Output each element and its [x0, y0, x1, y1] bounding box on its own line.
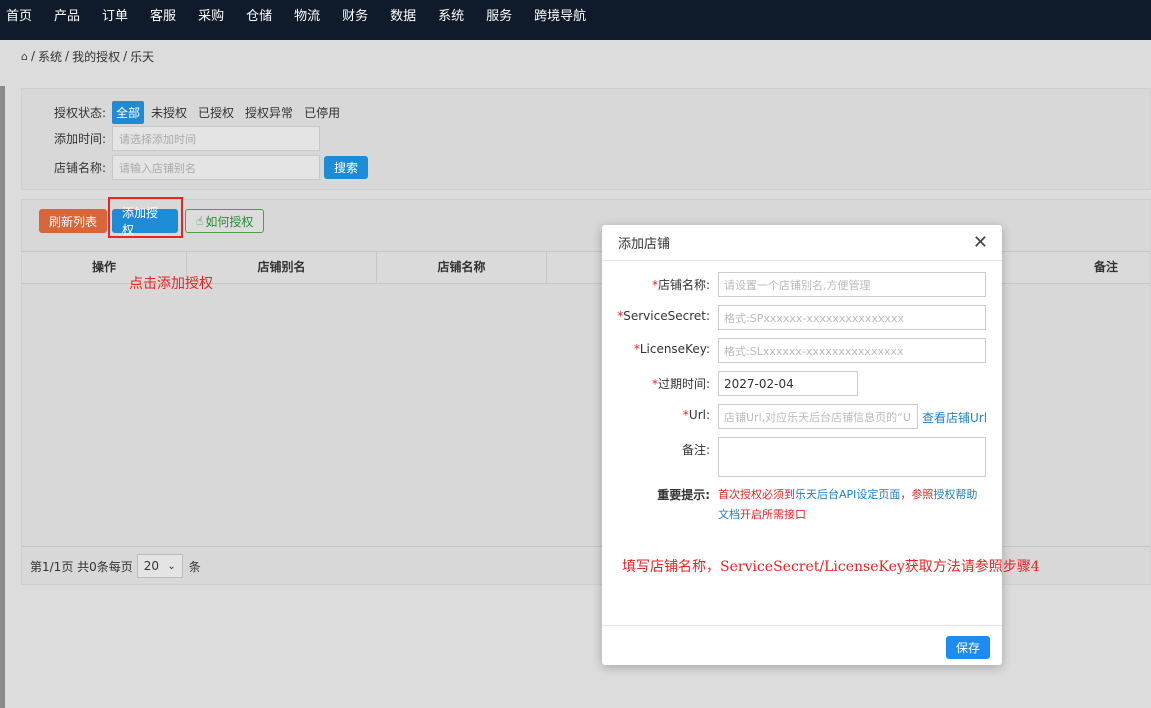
refresh-list-button[interactable]: 刷新列表	[39, 209, 108, 233]
remark-label: 备注:	[681, 443, 710, 457]
col-shop-alias: 店铺别名	[187, 252, 377, 283]
time-filter-row: 添加时间: 请选择添加时间	[54, 126, 320, 151]
tip-text: 首次授权必须到乐天后台API设定页面，参照授权帮助文档开启所需接口	[718, 488, 978, 521]
breadcrumb-sep: /	[65, 49, 70, 63]
nav-home[interactable]: 首页	[6, 0, 32, 40]
nav-logistics[interactable]: 物流	[294, 0, 320, 40]
service-secret-label: *ServiceSecret:	[617, 309, 710, 323]
url-input[interactable]: 店铺Url,对应乐天后台店铺信息页的“U	[718, 404, 918, 429]
service-secret-input[interactable]: 格式:SPxxxxxx-xxxxxxxxxxxxxxx	[718, 305, 986, 330]
expire-date-input[interactable]: 2027-02-04	[718, 371, 858, 396]
shop-filter-row: 店铺名称: 请输入店铺别名 搜索	[54, 155, 369, 180]
breadcrumb-sep: /	[123, 49, 128, 63]
url-label: *Url:	[682, 408, 710, 422]
status-all[interactable]: 全部	[112, 101, 145, 124]
nav-crossborder[interactable]: 跨境导航	[534, 0, 586, 40]
breadcrumb: ⌂ / 系统 / 我的授权 / 乐天	[21, 46, 154, 66]
page-size-select[interactable]: 20 ⌄	[136, 554, 183, 578]
status-filter-row: 授权状态: 全部 未授权 已授权 授权异常 已停用	[54, 101, 347, 124]
license-key-label: *LicenseKey:	[633, 342, 710, 356]
how-to-auth-button[interactable]: ☝ 如何授权	[185, 209, 265, 233]
shop-name-label: *店铺名称:	[651, 278, 710, 292]
breadcrumb-rakuten: 乐天	[130, 49, 155, 64]
shop-name-input[interactable]: 请设置一个店铺别名,方便管理	[718, 272, 986, 297]
top-nav: 首页 产品 订单 客服 采购 仓储 物流 财务 数据 系统 服务 跨境导航	[0, 0, 1151, 40]
service-secret-row: *ServiceSecret: 格式:SPxxxxxx-xxxxxxxxxxxx…	[602, 305, 986, 330]
modal-title: 添加店铺	[618, 237, 671, 252]
breadcrumb-sep: /	[30, 49, 36, 63]
remark-row: 备注:	[602, 437, 986, 477]
status-authorized[interactable]: 已授权	[194, 101, 238, 124]
page-info: 第1/1页 共0条每页	[30, 559, 133, 574]
nav-finance[interactable]: 财务	[342, 0, 368, 40]
close-icon[interactable]: ✕	[973, 232, 988, 253]
view-shop-url-link[interactable]: 查看店铺Url	[922, 404, 987, 426]
nav-order[interactable]: 订单	[102, 0, 128, 40]
status-disabled[interactable]: 已停用	[300, 101, 344, 124]
nav-data[interactable]: 数据	[390, 0, 416, 40]
nav-services[interactable]: 服务	[486, 0, 512, 40]
url-row: *Url: 店铺Url,对应乐天后台店铺信息页的“U 查看店铺Url	[602, 404, 987, 429]
add-shop-modal: 添加店铺 ✕ *店铺名称: 请设置一个店铺别名,方便管理 *ServiceSec…	[602, 225, 1040, 665]
tip-row: 重要提示: 首次授权必须到乐天后台API设定页面，参照授权帮助文档开启所需接口	[602, 485, 986, 525]
status-abnormal[interactable]: 授权异常	[241, 101, 297, 124]
status-unauthorized[interactable]: 未授权	[147, 101, 191, 124]
breadcrumb-system[interactable]: 系统	[38, 48, 62, 65]
nav-service[interactable]: 客服	[150, 0, 176, 40]
left-scroll-edge	[0, 86, 5, 708]
time-label: 添加时间:	[54, 132, 107, 146]
expire-row: *过期时间: 2027-02-04	[602, 371, 858, 396]
highlight-box	[108, 197, 183, 238]
annotation-fill-hint: 填写店铺名称，ServiceSecret/LicenseKey获取方法请参照步骤…	[622, 559, 1040, 575]
api-settings-link[interactable]: 乐天后台API设定页面	[795, 488, 900, 501]
nav-warehouse[interactable]: 仓储	[246, 0, 272, 40]
modal-footer: 保存	[602, 625, 1002, 665]
col-remark: 备注	[1093, 260, 1118, 274]
annotation-click-add: 点击添加授权	[129, 276, 213, 292]
shop-name-row: *店铺名称: 请设置一个店铺别名,方便管理	[602, 272, 986, 297]
license-key-row: *LicenseKey: 格式:SLxxxxxx-xxxxxxxxxxxxxxx	[602, 338, 986, 363]
nav-system[interactable]: 系统	[438, 0, 464, 40]
home-icon[interactable]: ⌂	[21, 50, 28, 63]
thumbs-up-icon: ☝	[196, 214, 204, 228]
page-size-value: 20	[143, 559, 160, 573]
col-shop-name: 店铺名称	[377, 252, 547, 283]
how-to-auth-label: 如何授权	[205, 214, 254, 229]
tip-label: 重要提示:	[657, 488, 710, 502]
chevron-down-icon: ⌄	[167, 560, 176, 572]
breadcrumb-my-auth[interactable]: 我的授权	[72, 48, 120, 65]
save-button[interactable]: 保存	[945, 636, 990, 659]
time-input[interactable]: 请选择添加时间	[112, 126, 320, 151]
nav-purchase[interactable]: 采购	[198, 0, 224, 40]
status-label: 授权状态:	[54, 106, 107, 120]
shop-search-input[interactable]: 请输入店铺别名	[112, 155, 320, 180]
expire-label: *过期时间:	[651, 377, 710, 391]
license-key-input[interactable]: 格式:SLxxxxxx-xxxxxxxxxxxxxxx	[718, 338, 986, 363]
shop-label: 店铺名称:	[54, 161, 107, 175]
remark-textarea[interactable]	[718, 437, 986, 477]
filter-panel: 授权状态: 全部 未授权 已授权 授权异常 已停用 添加时间: 请选择添加时间 …	[21, 88, 1151, 190]
modal-header: 添加店铺 ✕	[602, 225, 1002, 261]
search-button[interactable]: 搜索	[324, 156, 369, 179]
page-unit: 条	[188, 559, 201, 574]
nav-product[interactable]: 产品	[54, 0, 80, 40]
